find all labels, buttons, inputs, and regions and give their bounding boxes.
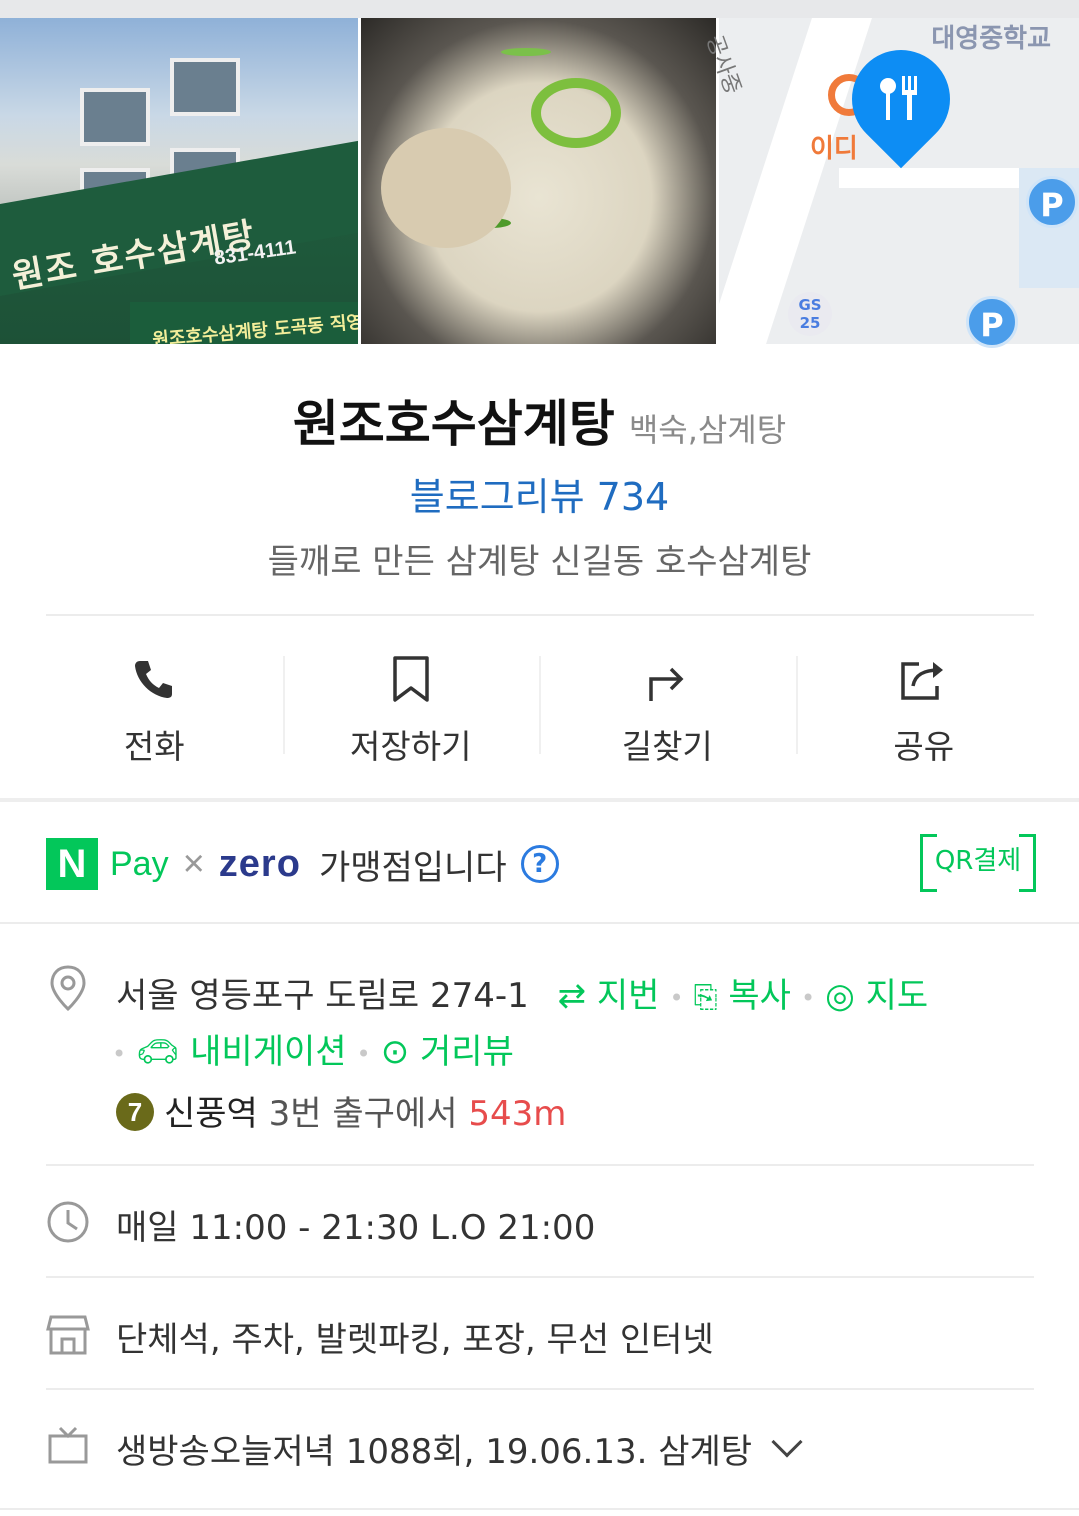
naver-n-logo: N [46,838,98,890]
business-hours[interactable]: 매일 11:00 - 21:30 L.O 21:00 [116,1200,595,1249]
tv-icon [46,1424,90,1468]
chevron-down-icon[interactable] [771,1426,803,1458]
pay-logo-text: Pay [110,844,169,883]
restaurant-exterior-photo[interactable]: 원조 호수삼계탕 831-4111 원조호수삼계탕 도곡동 직영점 [0,18,358,344]
station-name: 신풍역 [164,1094,258,1134]
parking-icon: P [966,296,1018,348]
copy-label: 복사 [728,976,791,1016]
map-label: 지도 [865,976,929,1016]
restaurant-category: 백숙,삼계탕 [628,411,787,449]
title-row: 원조호수삼계탕 백숙,삼계탕 [0,384,1079,456]
restaurant-description: 들깨로 만든 삼계탕 신길동 호수삼계탕 [267,542,812,582]
map-label-shop: 이디 [810,134,858,164]
location-pin-icon [46,965,90,1012]
address-text: 서울 영등포구 도림로 274-1 [116,976,529,1016]
member-store-text: 가맹점입니다 [318,847,507,888]
station-info: 7 신풍역 3번 출구에서 543m [116,1086,566,1135]
navigation-link[interactable]: 🚗︎ 내비게이션 [136,1032,346,1072]
lot-number-link[interactable]: ⇄ 지번 [558,976,660,1016]
divider [46,1388,1034,1390]
phone-icon [26,648,283,710]
blog-review-link[interactable]: 블로그리뷰 734 [0,466,1079,521]
divider [0,922,1079,924]
map-label-school: 대영중학교 [931,24,1051,54]
help-icon[interactable]: ? [520,845,559,883]
facilities-text: 단체석, 주차, 발렛파킹, 포장, 무선 인터넷 [116,1320,714,1360]
parking-icon: P [1026,176,1078,228]
tv-appearance-text: 생방송오늘저녁 1088회, 19.06.13. 삼계탕 [116,1432,753,1472]
station-distance: 543m [468,1094,567,1134]
copy-link[interactable]: ⎘ 복사 [694,976,791,1016]
share-label: 공유 [893,727,955,766]
naverpay-zero-row: N Pay × zero 가맹점입니다 ? QR결제 [46,834,1036,892]
separator-dot: • [356,1039,371,1068]
map-pin-icon: ◎ [825,976,855,1016]
store-icon [46,1312,90,1356]
chicken [381,128,511,248]
call-label: 전화 [123,727,185,766]
station-exit: 3번 출구에서 [268,1094,458,1134]
bookmark-icon [283,648,540,710]
directions-icon [539,648,796,710]
swap-icon: ⇄ [557,976,587,1016]
building-window [80,88,150,146]
street-view-label: 거리뷰 [420,1032,514,1072]
fork-knife-icon [876,76,924,131]
restaurant-name: 원조호수삼계탕 [292,395,615,453]
address-line-2: • 🚗︎ 내비게이션 • ⊙ 거리뷰 [112,1024,514,1073]
separator-dot: • [800,983,816,1012]
directions-label: 길찾기 [621,727,713,766]
lot-number-label: 지번 [596,976,660,1016]
qr-payment-button[interactable]: QR결제 [920,834,1036,892]
scallion-garnish [531,78,621,148]
scallion-garnish [501,48,551,56]
divider [46,1164,1034,1166]
clock-icon [46,1200,90,1244]
separator-dot: • [112,1039,127,1068]
directions-button[interactable]: 길찾기 [539,640,796,766]
street-view-icon: ⊙ [380,1032,410,1072]
divider [46,1276,1034,1278]
times-icon: × [182,842,205,885]
convenience-store-icon: GS 25 [788,292,832,336]
navigation-label: 내비게이션 [190,1032,347,1072]
zeropay-logo: zero [218,842,301,885]
save-label: 저장하기 [350,727,472,766]
call-button[interactable]: 전화 [26,640,283,766]
subway-line-badge: 7 [116,1093,154,1131]
samgyetang-dish-photo[interactable] [361,18,716,344]
divider [0,1508,1079,1510]
street-view-link[interactable]: ⊙ 거리뷰 [381,1032,514,1072]
building-window [170,58,240,116]
separator-dot: • [669,983,684,1012]
copy-icon: ⎘ [693,980,718,1015]
section-divider [0,798,1079,802]
action-bar: 전화 저장하기 길찾기 공유 [26,640,1053,766]
tv-appearance[interactable]: 생방송오늘저녁 1088회, 19.06.13. 삼계탕 [116,1424,803,1473]
map-link[interactable]: ◎ 지도 [825,976,928,1016]
share-icon [796,648,1053,710]
address-line: 서울 영등포구 도림로 274-1 ⇄ 지번 • ⎘ 복사 • ◎ 지도 [116,968,928,1017]
divider [46,614,1034,616]
save-button[interactable]: 저장하기 [282,640,540,766]
share-button[interactable]: 공유 [795,640,1053,766]
car-icon: 🚗︎ [136,1032,180,1072]
top-strip [0,0,1079,18]
